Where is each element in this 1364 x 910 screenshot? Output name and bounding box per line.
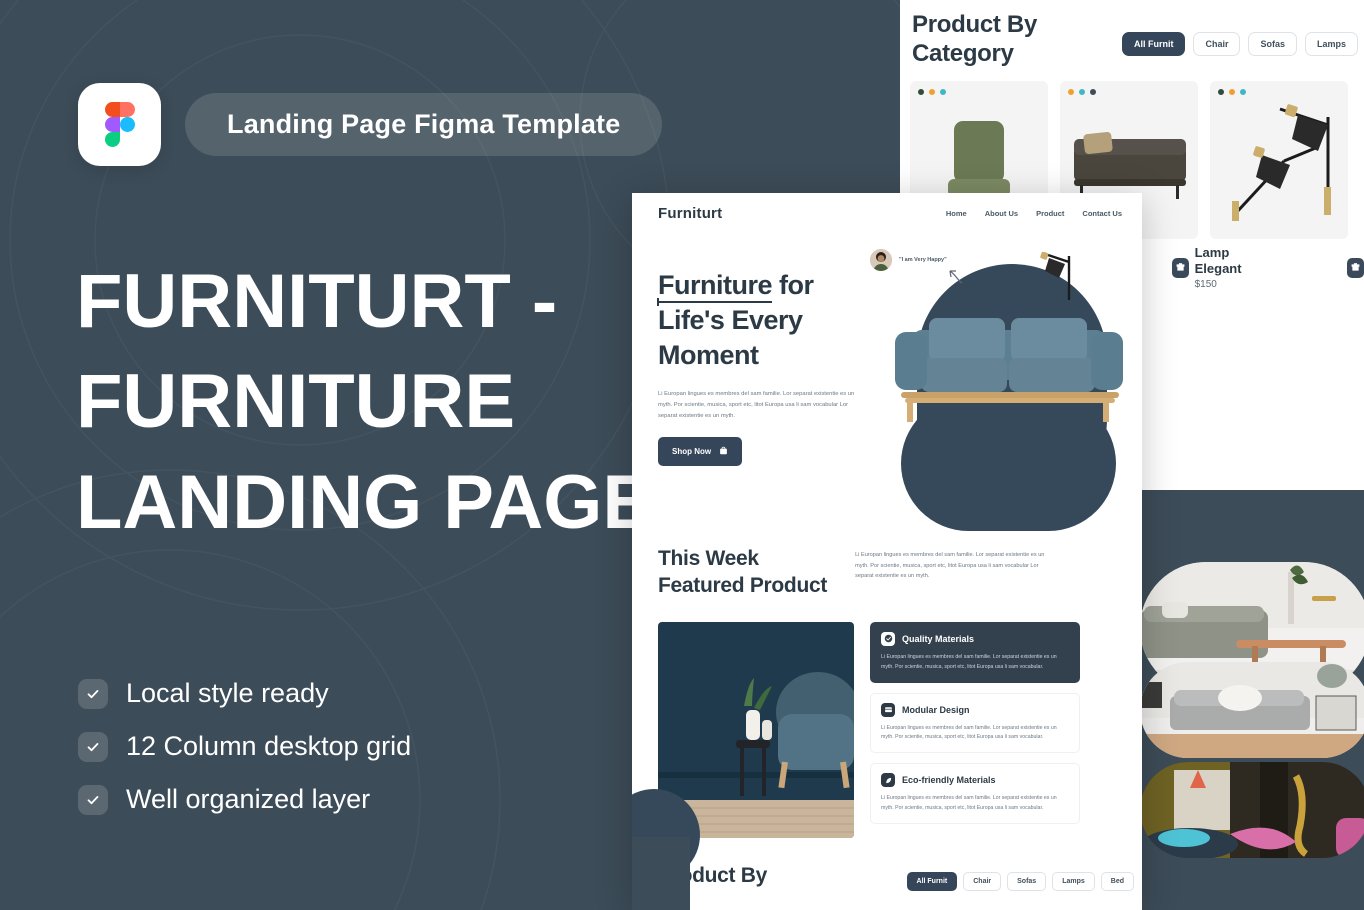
headline-line-1: FURNITURT - [76, 259, 558, 344]
category-filter-chips: All Furnit Chair Sofas Lamps [1121, 10, 1358, 56]
list-item: Local style ready [78, 678, 411, 709]
feature-label: Well organized layer [126, 784, 371, 814]
lamp-image [1210, 102, 1348, 239]
chip-lamps[interactable]: Lamps [1052, 871, 1095, 891]
feature-card-text: Li Europan lingues es membres del sam fa… [881, 795, 1057, 812]
check-icon [78, 731, 108, 762]
shop-now-label: Shop Now [672, 447, 712, 457]
chip-sofas[interactable]: Sofas [1248, 32, 1297, 56]
feature-card-quality-materials[interactable]: Quality Materials Li Europan lingues es … [870, 621, 1080, 683]
feature-label: 12 Column desktop grid [126, 731, 412, 761]
mockup-photo-preview [1140, 662, 1364, 758]
curved-arrow-icon [940, 263, 964, 290]
landing-page-mockup: Furniturt Home About Us Product Contact … [632, 193, 1142, 910]
check-icon [78, 678, 108, 709]
nav-item-product[interactable]: Product [1036, 209, 1064, 218]
hero-heading-rest: for [772, 270, 814, 300]
shop-now-button[interactable]: Shop Now [658, 437, 743, 467]
list-item: 12 Column desktop grid [78, 731, 411, 762]
check-icon [78, 784, 108, 815]
chip-all-furnit[interactable]: All Furnit [906, 871, 958, 891]
feature-label: Local style ready [126, 678, 329, 708]
nav-links: Home About Us Product Contact Us [946, 209, 1122, 218]
testimonial-bubble: "I am Very Happy" [870, 249, 963, 284]
featured-body: Quality Materials Li Europan lingues es … [632, 600, 1142, 838]
hero-paragraph: Li Europan lingues es membres del sam fa… [658, 391, 855, 419]
chip-bed[interactable]: Bed [1100, 871, 1134, 891]
featured-product-price: $150 [1194, 278, 1217, 290]
feature-card-title: Modular Design [902, 704, 970, 715]
avatar [870, 249, 892, 271]
featured-heading-line-2: Featured Product [658, 573, 828, 597]
feature-list: Local style ready 12 Column desktop grid… [78, 678, 411, 815]
product-card-lamp[interactable] [1210, 80, 1348, 239]
feature-card-modular-design[interactable]: Modular Design Li Europan lingues es mem… [870, 692, 1080, 754]
logo: Furniturt [658, 205, 723, 222]
featured-header: This Week Featured Product Li Europan li… [632, 546, 1142, 600]
featured-heading-line-1: This Week [658, 547, 759, 570]
feature-card-text: Li Europan lingues es membres del sam fa… [881, 653, 1057, 670]
list-item: Well organized layer [78, 784, 411, 815]
mockup-navbar: Furniturt Home About Us Product Contact … [632, 193, 1142, 222]
feature-card-title: Quality Materials [902, 633, 975, 644]
category-title-text: Product By Category [912, 11, 1038, 68]
feature-card-eco-friendly-materials[interactable]: Eco-friendly Materials Li Europan lingue… [870, 763, 1080, 824]
headline-line-3: LANDING PAGE [76, 459, 654, 545]
page-title: FURNITURT - FURNITURE LANDING PAGE [76, 252, 716, 553]
chip-sofas[interactable]: Sofas [1007, 871, 1047, 891]
chip-chair[interactable]: Chair [1193, 32, 1241, 56]
promo-graphic: Landing Page Figma Template FURNITURT - … [0, 0, 1364, 910]
bag-icon [719, 446, 728, 457]
hero-heading-emphasis: Furniture [658, 270, 773, 300]
bottom-filter-chips: All Furnit Chair Sofas Lamps Bed [906, 864, 1134, 891]
chip-all-furnit[interactable]: All Furnit [1121, 32, 1186, 56]
sofa-image [887, 302, 1132, 426]
cart-icon[interactable] [1347, 257, 1364, 278]
box-icon [881, 702, 895, 717]
mockup-photo-preview [1140, 762, 1364, 858]
hero-heading-line-3: Moment [658, 340, 759, 371]
hero-heading-line-2: Life's Every [658, 305, 803, 336]
dots-decoration [1068, 88, 1096, 95]
nav-item-about-us[interactable]: About Us [985, 209, 1018, 218]
cart-icon[interactable] [1172, 257, 1189, 278]
feature-card-text: Li Europan lingues es membres del sam fa… [881, 724, 1057, 741]
chip-chair[interactable]: Chair [963, 871, 1002, 891]
nav-item-home[interactable]: Home [946, 209, 967, 218]
leaf-icon [881, 773, 895, 788]
dots-decoration [1218, 88, 1246, 95]
category-header: Product By Category All Furnit Chair Sof… [900, 0, 1364, 69]
hero-copy: Furniture for Life's Every Moment Li Eur… [658, 268, 883, 467]
badge-check-icon [881, 631, 895, 646]
figma-logo-icon [78, 83, 161, 166]
featured-paragraph: Li Europan lingues es membres del sam fa… [855, 552, 1045, 580]
panel-notch-decoration [632, 837, 690, 910]
chip-lamps[interactable]: Lamps [1304, 32, 1358, 56]
dots-decoration [918, 88, 946, 95]
page-title: Product By Category [912, 10, 1122, 69]
feature-card-title: Eco-friendly Materials [902, 775, 996, 786]
hero-section: Furniture for Life's Every Moment Li Eur… [632, 222, 1142, 532]
nav-item-contact-us[interactable]: Contact Us [1082, 209, 1122, 218]
hero-heading: Furniture for Life's Every Moment [658, 268, 883, 373]
bottom-category-section: Product By All Furnit Chair Sofas Lamps … [632, 838, 1142, 891]
feature-card-list: Quality Materials Li Europan lingues es … [870, 621, 1080, 838]
template-pill-label: Landing Page Figma Template [185, 93, 663, 156]
featured-heading: This Week Featured Product [658, 546, 827, 600]
headline-line-2: FURNITURE [76, 359, 516, 445]
lamp-icon [1029, 251, 1085, 313]
featured-product-section: This Week Featured Product Li Europan li… [632, 532, 1142, 838]
featured-product-name: Lamp Elegant [1194, 245, 1242, 277]
brand-row: Landing Page Figma Template [78, 83, 663, 166]
hero-artwork: "I am Very Happy" [870, 246, 1142, 536]
